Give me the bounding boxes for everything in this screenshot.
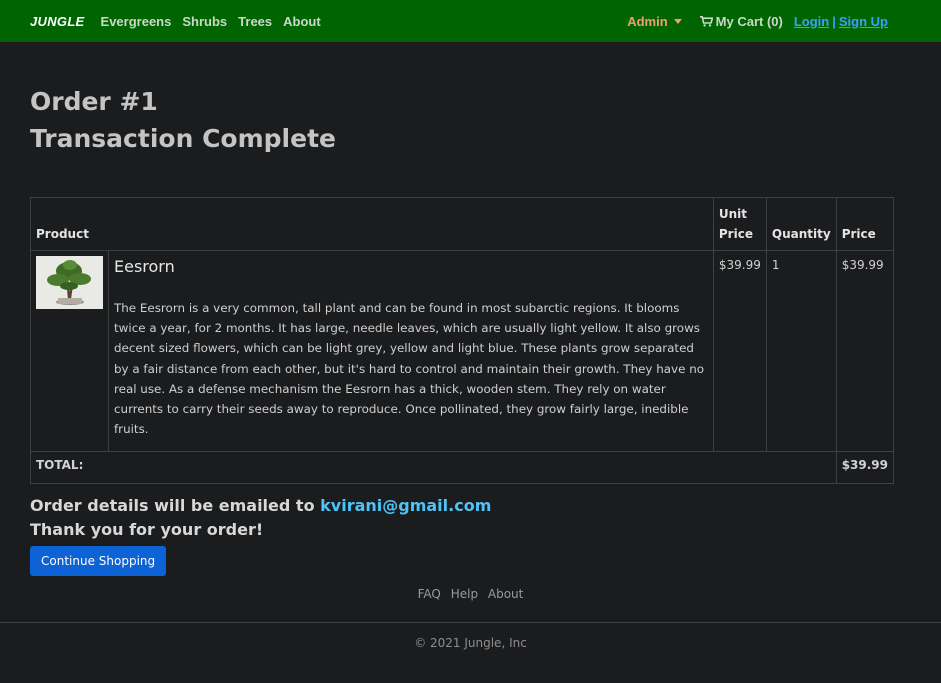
- footer-link-about[interactable]: About: [488, 587, 523, 601]
- admin-dropdown[interactable]: Admin: [627, 13, 682, 29]
- product-description-cell: Eesrorn The Eesrorn is a very common, ta…: [108, 249, 714, 453]
- nav-link-evergreens[interactable]: Evergreens: [101, 14, 172, 29]
- chevron-down-icon: [673, 18, 682, 24]
- auth-links: Login | Sign Up: [794, 14, 888, 29]
- product-image-cell: [30, 249, 109, 453]
- email-notice: Order details will be emailed to kvirani…: [30, 494, 911, 518]
- header-price: Price: [835, 197, 895, 251]
- footer-divider: [0, 622, 941, 623]
- top-navbar: JUNGLE Evergreens Shrubs Trees About Adm…: [0, 0, 941, 42]
- order-number-title: Order #1: [30, 87, 158, 116]
- nav-right-group: Admin My Cart (0) Login | Sign Up: [627, 14, 888, 29]
- price-cell: $39.99: [835, 249, 895, 453]
- cart-label: My Cart (0): [715, 13, 783, 29]
- product-name: Eesrorn: [114, 257, 175, 276]
- footer-link-help[interactable]: Help: [451, 587, 478, 601]
- total-row: TOTAL: $39.99: [30, 451, 895, 485]
- copyright-text: © 2021 Jungle, Inc: [414, 636, 527, 650]
- header-quantity: Quantity: [765, 197, 837, 251]
- shopping-cart-icon: [699, 15, 713, 27]
- nav-link-shrubs[interactable]: Shrubs: [182, 14, 227, 29]
- table-row: Eesrorn The Eesrorn is a very common, ta…: [30, 249, 895, 453]
- auth-separator: |: [832, 13, 836, 29]
- order-items-table: Product Unit Price Quantity Price Eesror…: [30, 197, 895, 485]
- nav-link-trees[interactable]: Trees: [238, 14, 272, 29]
- header-product: Product: [30, 197, 714, 251]
- footer-links: FAQ Help About: [0, 587, 941, 601]
- nav-link-about[interactable]: About: [283, 14, 321, 29]
- email-notice-text: Order details will be emailed to: [30, 496, 315, 516]
- order-header: Order #1 Transaction Complete: [30, 42, 911, 157]
- quantity-cell: 1: [765, 249, 837, 453]
- thank-you-message: Thank you for your order!: [30, 520, 264, 540]
- bonsai-tree-image: [36, 256, 103, 309]
- continue-shopping-button[interactable]: Continue Shopping: [30, 546, 167, 577]
- transaction-status-title: Transaction Complete: [30, 124, 336, 153]
- unit-price-cell: $39.99: [712, 249, 767, 453]
- signup-link[interactable]: Sign Up: [839, 14, 888, 29]
- login-link[interactable]: Login: [794, 14, 829, 29]
- table-header-row: Product Unit Price Quantity Price: [30, 197, 895, 251]
- total-label: TOTAL:: [30, 451, 837, 485]
- brand-logo[interactable]: JUNGLE: [30, 14, 85, 29]
- email-address: kvirani@gmail.com: [320, 496, 492, 516]
- total-value: $39.99: [835, 451, 895, 485]
- cart-link[interactable]: My Cart (0): [699, 13, 783, 29]
- product-description: The Eesrorn is a very common, tall plant…: [114, 301, 705, 437]
- header-unit-price: Unit Price: [712, 197, 767, 251]
- main-content: Order #1 Transaction Complete Product Un…: [0, 42, 941, 577]
- footer-link-faq[interactable]: FAQ: [418, 587, 441, 601]
- admin-label: Admin: [627, 13, 668, 29]
